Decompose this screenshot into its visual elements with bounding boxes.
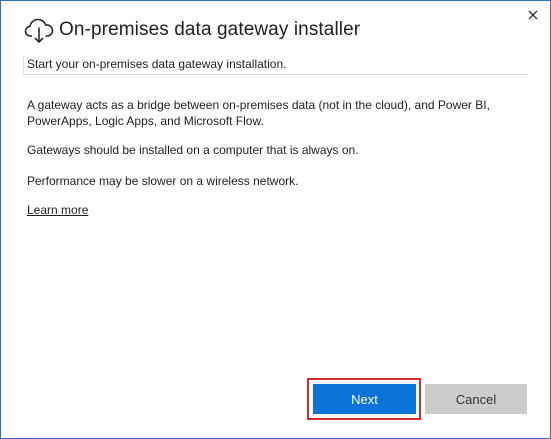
cancel-button[interactable]: Cancel bbox=[425, 384, 527, 414]
window-title: On-premises data gateway installer bbox=[59, 19, 361, 40]
next-button[interactable]: Next bbox=[313, 384, 416, 414]
learn-more-link[interactable]: Learn more bbox=[27, 202, 88, 218]
wireless-note: Performance may be slower on a wireless … bbox=[27, 174, 299, 188]
always-on-note: Gateways should be installed on a comput… bbox=[27, 143, 359, 157]
cloud-download-icon bbox=[24, 18, 54, 43]
description-paragraph: A gateway acts as a bridge between on-pr… bbox=[27, 98, 490, 128]
header: On-premises data gateway installer bbox=[23, 15, 528, 45]
subtitle: Start your on-premises data gateway inst… bbox=[23, 53, 528, 75]
installer-window: On-premises data gateway installer Start… bbox=[0, 0, 551, 439]
close-icon bbox=[528, 10, 538, 20]
